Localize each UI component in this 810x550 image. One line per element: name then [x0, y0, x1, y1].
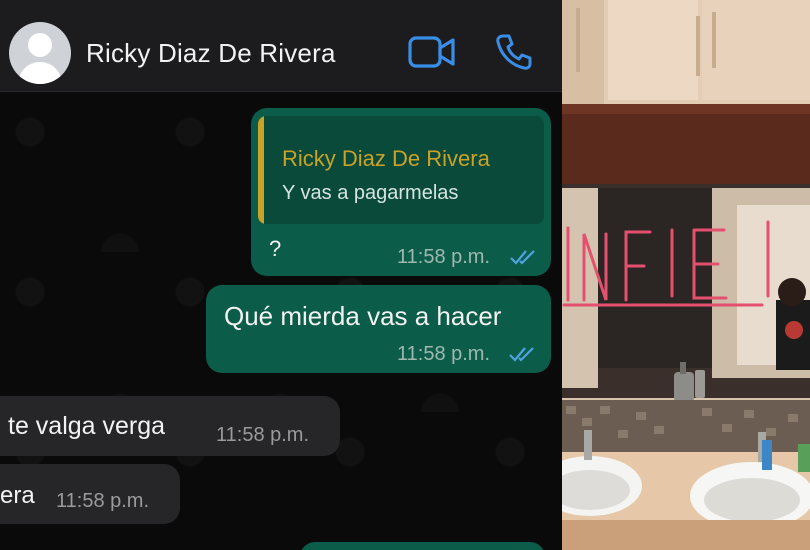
photo-illustration [562, 0, 810, 550]
contact-name[interactable]: Ricky Diaz De Rivera [86, 38, 336, 69]
phone-icon[interactable] [494, 32, 534, 72]
message-text: ? [269, 236, 282, 261]
contact-avatar[interactable] [9, 22, 71, 84]
quote-accent-bar [258, 116, 264, 224]
message-text: Qué mierda vas a hacer [224, 301, 502, 331]
outgoing-message-bubble-partial[interactable] [300, 542, 545, 550]
read-receipt-icon [509, 347, 534, 362]
read-receipt-icon [510, 250, 535, 265]
incoming-message-bubble[interactable]: era 11:58 p.m. [0, 464, 180, 524]
quoted-message[interactable]: Ricky Diaz De Rivera Y vas a pagarmelas [258, 116, 544, 224]
quoted-author: Ricky Diaz De Rivera [282, 146, 490, 171]
bathroom-mirror-photo [562, 0, 810, 550]
message-text: te valga verga [8, 412, 166, 440]
incoming-message-bubble[interactable]: te valga verga 11:58 p.m. [0, 396, 340, 456]
message-text: era [0, 482, 35, 509]
chat-panel: Ricky Diaz De Rivera Ricky Diaz De River… [0, 0, 562, 550]
quoted-text: Y vas a pagarmelas [282, 182, 459, 204]
video-camera-icon[interactable] [408, 34, 456, 70]
message-time: 11:58 p.m. [56, 490, 150, 512]
message-time: 11:58 p.m. [397, 343, 491, 365]
message-time: 11:58 p.m. [397, 246, 491, 268]
avatar-head-shape [28, 33, 52, 57]
message-time: 11:58 p.m. [216, 424, 310, 446]
avatar-body-shape [18, 62, 62, 84]
outgoing-message-bubble[interactable]: Ricky Diaz De Rivera Y vas a pagarmelas … [251, 108, 551, 276]
chat-header: Ricky Diaz De Rivera [0, 0, 562, 92]
outgoing-message-bubble[interactable]: Qué mierda vas a hacer 11:58 p.m. [206, 285, 551, 373]
